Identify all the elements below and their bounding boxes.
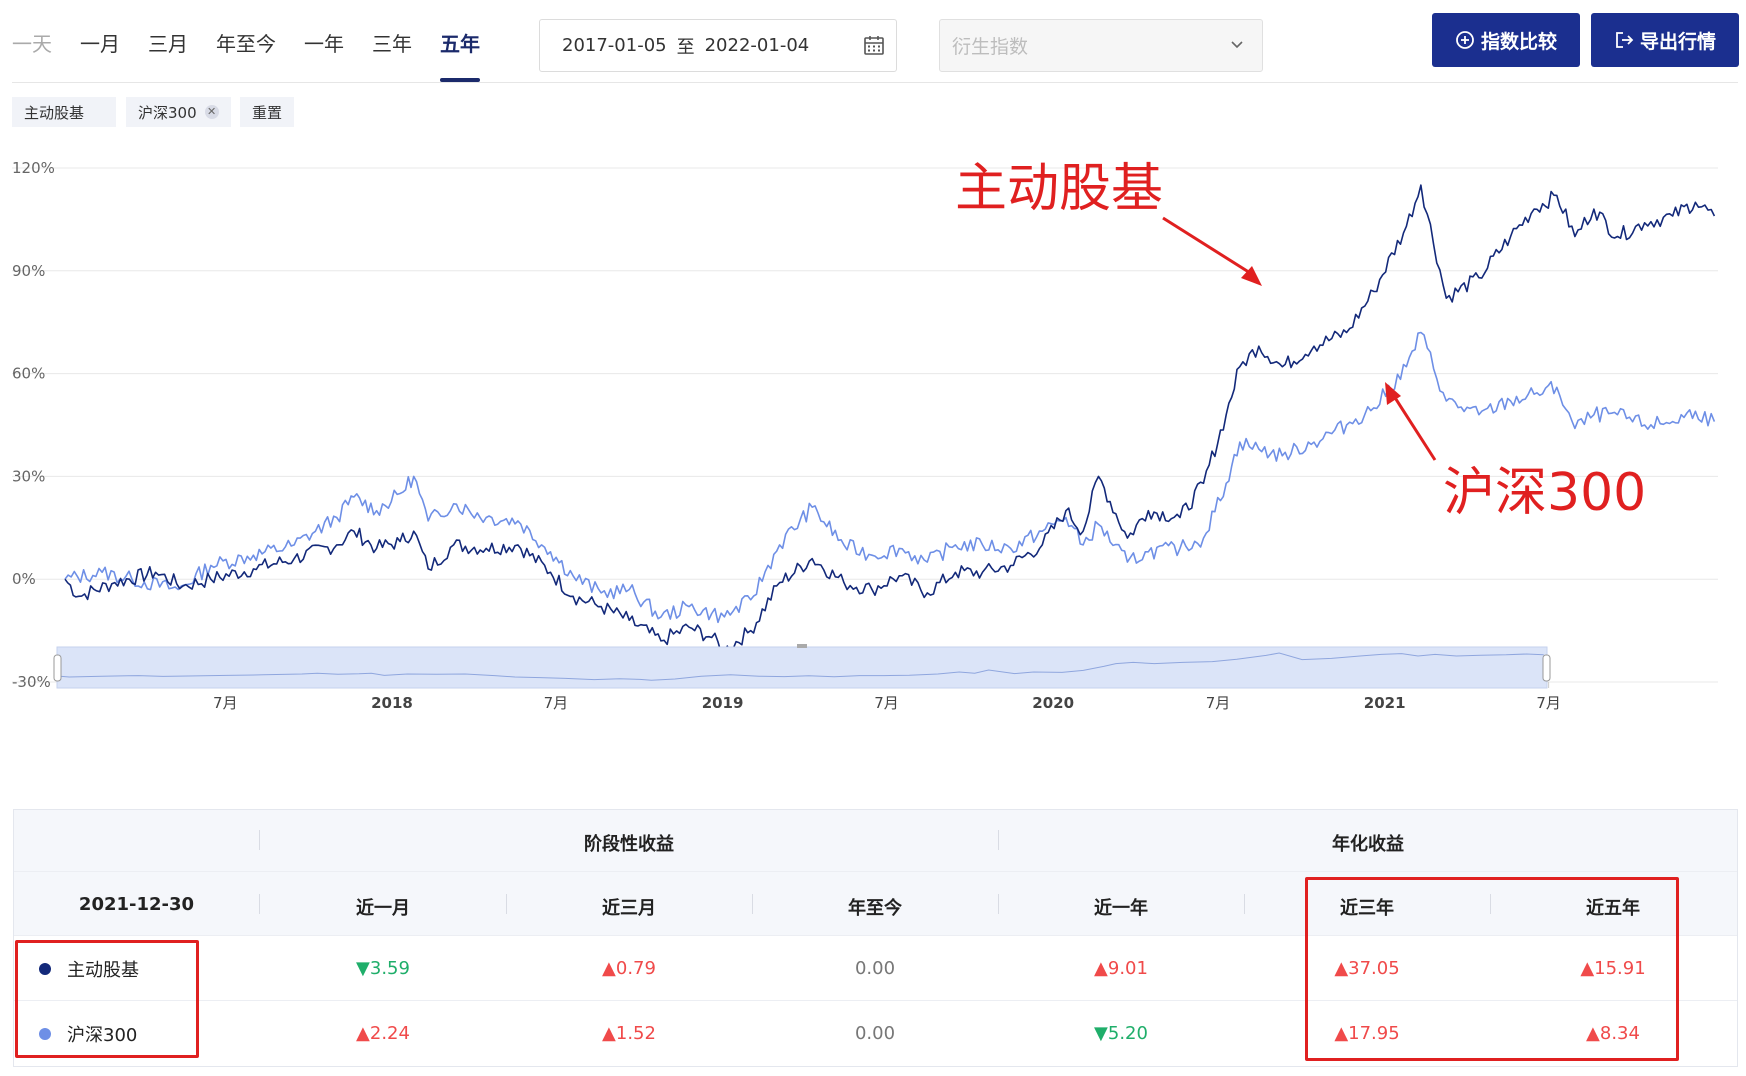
x-tick-label: 7月 <box>544 694 569 712</box>
performance-chart: 120% 90% 60% 30% 0% -30% 7月 2018 7月 2019 7月 2020 7月… <box>12 159 1718 712</box>
annotation-arrow-shaft <box>1162 216 1256 278</box>
chip-label: 沪深300 <box>138 103 197 122</box>
tabs-divider <box>12 82 1738 83</box>
value-cell: ▼5.20 <box>1094 1023 1148 1044</box>
x-tick-label: 2021 <box>1364 694 1406 712</box>
tab-one-month[interactable]: 一月 <box>66 34 134 82</box>
index-compare-button[interactable]: 指数比较 <box>1432 13 1580 67</box>
column-header-1y: 近一年 <box>1094 898 1148 919</box>
chip-active-fund[interactable]: 主动股基 <box>12 97 116 127</box>
y-tick-label: 0% <box>12 570 36 588</box>
date-column-header: 2021-12-30 <box>78 894 195 915</box>
value-cell: ▲2.24 <box>356 1023 410 1044</box>
navigator-drag-grip <box>797 644 807 648</box>
table-group-header: 阶段性收益 年化收益 <box>14 810 1737 872</box>
close-icon[interactable]: ✕ <box>204 105 219 119</box>
x-tick-label: 7月 <box>1536 694 1561 712</box>
column-header-1m: 近一月 <box>356 898 410 919</box>
highlight-box-names <box>15 940 199 1058</box>
y-tick-label: 30% <box>12 467 45 485</box>
annotation-arrow-shaft <box>1390 392 1437 461</box>
reset-button[interactable]: 重置 <box>240 97 295 127</box>
tab-five-years[interactable]: 五年 <box>426 34 494 82</box>
tab-one-day[interactable]: 一天 <box>0 34 66 82</box>
periodic-returns-header: 阶段性收益 <box>584 834 674 855</box>
derived-index-placeholder: 衍生指数 <box>952 36 1029 58</box>
chevron-down-icon <box>1231 41 1243 49</box>
annotation-active-fund: 主动股基 <box>955 159 1163 219</box>
x-tick-label: 2020 <box>1032 694 1074 712</box>
date-range-picker[interactable]: 2017-01-05 至 2022-01-04 <box>539 19 897 72</box>
tab-one-year[interactable]: 一年 <box>290 34 358 82</box>
index-compare-label: 指数比较 <box>1480 30 1557 53</box>
chip-label: 主动股基 <box>24 103 85 122</box>
tab-ytd[interactable]: 年至今 <box>202 34 290 82</box>
chip-csi300[interactable]: 沪深300 ✕ <box>126 97 231 127</box>
navigator-left-handle <box>53 654 62 682</box>
date-start: 2017-01-05 <box>562 35 667 56</box>
y-tick-label: 60% <box>12 365 45 383</box>
y-tick-label: 90% <box>12 262 45 280</box>
tab-three-years[interactable]: 三年 <box>358 34 426 82</box>
value-cell: 0.00 <box>854 1023 896 1044</box>
calendar-icon[interactable] <box>862 33 886 57</box>
series-line-active-fund <box>64 184 1716 654</box>
plus-circle-icon <box>1456 31 1474 49</box>
export-icon <box>1616 32 1634 48</box>
x-tick-label: 7月 <box>874 694 899 712</box>
tab-three-months[interactable]: 三月 <box>134 34 202 82</box>
annualized-returns-header: 年化收益 <box>1332 834 1404 855</box>
highlight-box-annualized <box>1305 877 1679 1061</box>
derived-index-select[interactable]: 衍生指数 <box>939 19 1263 72</box>
export-quotes-label: 导出行情 <box>1639 30 1716 53</box>
reset-label: 重置 <box>252 103 283 122</box>
value-cell: 0.00 <box>854 958 896 979</box>
column-header-ytd: 年至今 <box>848 898 902 919</box>
date-separator: 至 <box>676 36 695 58</box>
column-header-3m: 近三月 <box>602 898 656 919</box>
annotation-csi300: 沪深300 <box>1443 463 1646 523</box>
date-end: 2022-01-04 <box>704 35 810 56</box>
navigator-right-handle <box>1542 654 1551 682</box>
value-cell: ▲9.01 <box>1094 958 1148 979</box>
x-tick-label: 2018 <box>371 694 413 712</box>
y-tick-label: -30% <box>12 673 51 691</box>
x-tick-label: 7月 <box>1206 694 1231 712</box>
export-quotes-button[interactable]: 导出行情 <box>1591 13 1739 67</box>
range-navigator <box>56 646 1548 689</box>
y-tick-label: 120% <box>12 159 55 177</box>
x-tick-label: 7月 <box>213 694 238 712</box>
value-cell: ▲0.79 <box>602 958 656 979</box>
period-tabs: 一天 一月 三月 年至今 一年 三年 五年 <box>0 0 494 82</box>
value-cell: ▼3.59 <box>356 958 410 979</box>
value-cell: ▲1.52 <box>602 1023 656 1044</box>
x-tick-label: 2019 <box>702 694 744 712</box>
